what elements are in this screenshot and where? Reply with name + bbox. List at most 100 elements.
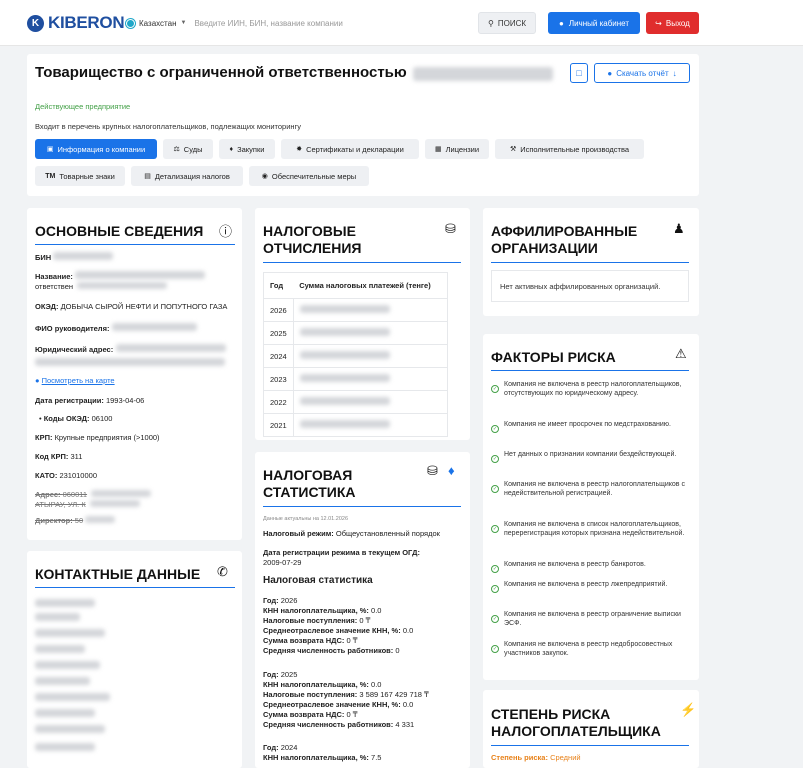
tab-purchases[interactable]: ♦ Закупки: [219, 139, 275, 159]
krp-code-value: 311: [70, 452, 83, 461]
tab-tax-details[interactable]: ▤ Детализация налогов: [131, 166, 243, 186]
bell-icon[interactable]: ♦: [448, 463, 455, 478]
knn-label: КНН налогоплательщика, %:: [263, 753, 369, 762]
tab-courts[interactable]: ⚖ Суды: [163, 139, 213, 159]
income-label: Налоговые поступления:: [263, 616, 358, 625]
year-cell: 2026: [263, 298, 294, 322]
year-label: Год:: [263, 743, 279, 752]
map-link[interactable]: Посмотреть на карте: [42, 376, 115, 385]
year-cell: 2022: [263, 390, 294, 414]
address-blurred-2: [35, 358, 225, 366]
year-value: 2024: [280, 743, 298, 752]
contact-blurred: [35, 613, 80, 621]
check-circle-icon: ✓: [491, 455, 499, 463]
phone-icon: ✆: [217, 564, 228, 579]
knn-value: 0.0: [371, 680, 382, 689]
tab-label: Детализация налогов: [154, 171, 230, 181]
oked-codes-label: Коды ОКЭД:: [43, 414, 90, 423]
bookmark-button[interactable]: □: [570, 63, 588, 83]
tab-trademarks[interactable]: TM Товарные знаки: [35, 166, 125, 186]
tab-certificates[interactable]: ✸ Сертификаты и декларации: [281, 139, 419, 159]
reg-row: Дата регистрации: 1993-04-06: [35, 396, 144, 406]
contact-blurred: [35, 693, 110, 701]
contact-blurred: [35, 661, 100, 669]
old-address-blurred-2: [89, 500, 140, 507]
stats-subtitle: Налоговая статистика: [263, 575, 373, 586]
kato-label: КАТО:: [35, 471, 58, 480]
risk-factors-card: ФАКТОРЫ РИСКА ⚠ ✓ Компания не включена в …: [483, 334, 699, 680]
avg-label: Среднеотраслевое значение КНН, %:: [263, 626, 401, 635]
old-address-blurred: [91, 490, 152, 497]
year-cell: 2024: [263, 344, 294, 368]
tab-security-measures[interactable]: ◉ Обеспечительные меры: [249, 166, 369, 186]
country-select[interactable]: Казахстан ▼: [126, 18, 192, 28]
download-report-button[interactable]: ● Скачать отчёт ↓: [594, 63, 690, 83]
tab-company-info[interactable]: ▣ Информация о компании: [35, 139, 157, 159]
tab-label: Лицензии: [445, 144, 480, 154]
tax-payments-card: НАЛОГОВЫЕ ОТЧИСЛЕНИЯ ⛁ Год Сумма налоговы…: [255, 208, 470, 440]
sum-blurred: [299, 351, 390, 359]
map-pin-icon: ●: [35, 376, 40, 385]
year-cell: 2023: [263, 367, 294, 391]
risk-text: Компания не включена в список налогоплат…: [504, 521, 685, 537]
tax-stats-title: НАЛОГОВАЯ СТАТИСТИКА: [263, 467, 356, 501]
search-icon: ⚲: [487, 18, 494, 28]
old-address-label: Адрес:: [35, 490, 61, 499]
name-blurred-2: [77, 282, 168, 289]
tab-label: Обеспечительные меры: [271, 171, 357, 181]
avg-value: 0.0: [402, 700, 414, 709]
col-year: Год: [263, 272, 294, 299]
risk-item: ✓ Компания не включена в реестр лжепредпр…: [491, 580, 691, 593]
tab-enforcement[interactable]: ⚒ Исполнительные производства: [495, 139, 644, 159]
risk-item: ✓ Компания не имеет просрочек по медстрах…: [491, 420, 691, 433]
company-name-blurred: [413, 67, 553, 81]
search-button[interactable]: ⚲ ПОИСК: [478, 12, 536, 34]
year-value: 2025: [280, 670, 298, 679]
old-address-line2: АТЫРАУ, УЛ. К: [35, 500, 86, 509]
search-bar: Казахстан ▼: [126, 12, 476, 34]
year-label: Год:: [263, 596, 279, 605]
reg-label: Дата регистрации:: [35, 396, 104, 405]
sum-blurred: [299, 397, 390, 405]
tab-licenses[interactable]: ▦ Лицензии: [425, 139, 489, 159]
tax-payments-title-line1: НАЛОГОВЫЕ: [263, 223, 356, 239]
title-underline: [263, 262, 461, 263]
old-director-value: 50: [74, 516, 84, 525]
old-director-row: Директор: 50: [35, 516, 116, 526]
name-blurred: [74, 271, 205, 279]
name-label: Название:: [35, 272, 73, 281]
name-row: Название: ответствен: [35, 271, 235, 292]
search-button-label: ПОИСК: [497, 18, 527, 28]
bookmark-icon: □: [576, 68, 582, 78]
check-circle-icon: ✓: [491, 645, 499, 653]
check-circle-icon: ✓: [491, 385, 499, 393]
title-underline: [263, 506, 461, 507]
risk-degree-title: СТЕПЕНЬ РИСКА НАЛОГОПЛАТЕЛЬЩИКА: [491, 706, 661, 740]
risk-text: Компания не включена в реестр банкротов.: [504, 561, 646, 568]
year-cell: 2025: [263, 321, 294, 345]
risk-text: Компания не имеет просрочек по медстрахо…: [504, 421, 671, 428]
knn-label: КНН налогоплательщика, %:: [263, 606, 369, 615]
risk-degree-value: Средний: [550, 753, 581, 762]
search-input[interactable]: [192, 13, 476, 33]
bolt-icon: ⚡: [680, 702, 697, 717]
krp-value: Крупные предприятия (>1000): [54, 433, 160, 442]
download-report-label: Скачать отчёт: [616, 68, 669, 78]
year-label: Год:: [263, 670, 279, 679]
cabinet-button[interactable]: ● Личный кабинет: [548, 12, 640, 34]
warning-icon: ⚠: [675, 346, 687, 361]
risk-text: Компания не включена в реестр налогоплат…: [504, 481, 685, 497]
knn-label: КНН налогоплательщика, %:: [263, 680, 369, 689]
head-blurred: [112, 323, 198, 331]
tab-label: Сертификаты и декларации: [306, 144, 404, 154]
oked-codes-value: 06100: [91, 414, 113, 423]
knn-value: 0.0: [371, 606, 382, 615]
table-row: 2026: [263, 298, 448, 322]
exit-button[interactable]: ↪ Выход: [646, 12, 699, 34]
vat-value: 0 ₸: [346, 710, 358, 719]
logo[interactable]: K KIBERON: [27, 13, 125, 33]
flag-icon: [126, 18, 135, 28]
bin-label: БИН: [35, 253, 52, 262]
tab-label: Исполнительные производства: [520, 144, 630, 154]
regime-row: Налоговый режим: Общеустановленный поряд…: [263, 529, 468, 539]
